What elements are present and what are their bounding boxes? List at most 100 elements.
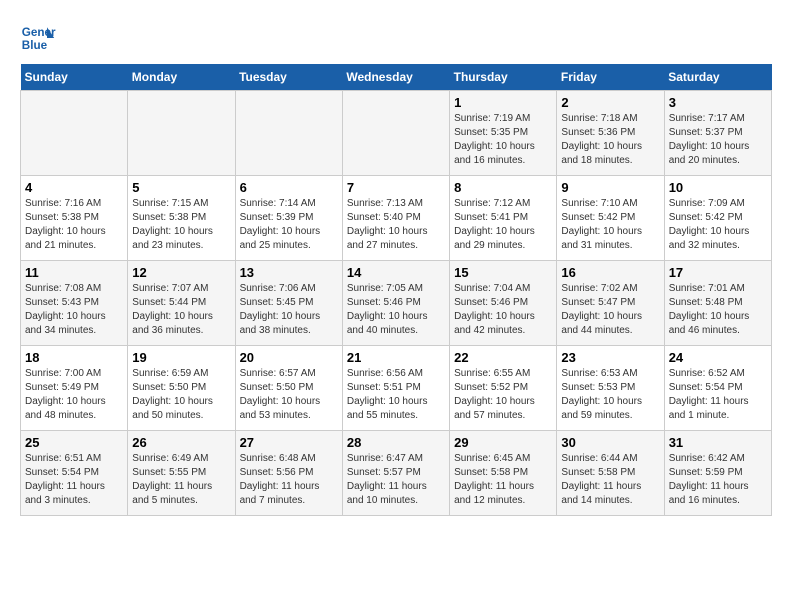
calendar-cell: 23Sunrise: 6:53 AM Sunset: 5:53 PM Dayli… (557, 346, 664, 431)
calendar-cell: 17 Sunrise: 7:01 AM Sunset: 5:48 PM Dayli… (664, 261, 771, 346)
day-info: Sunrise: 7:02 AM Sunset: 5:47 PM Dayligh… (561, 282, 659, 338)
day-info: Sunrise: 6:55 AM Sunset: 5:52 PM Dayligh… (454, 367, 552, 423)
day-info: Sunrise: 7:16 AM Sunset: 5:38 PM Dayligh… (25, 197, 123, 253)
header-day-wednesday: Wednesday (342, 64, 449, 91)
day-number: 24 (669, 350, 767, 365)
day-info: Sunrise: 7:04 AM Sunset: 5:46 PM Dayligh… (454, 282, 552, 338)
day-number: 16 (561, 265, 659, 280)
day-info: Sunrise: 7:12 AM Sunset: 5:41 PM Dayligh… (454, 197, 552, 253)
day-number: 20 (240, 350, 338, 365)
day-number: 10 (669, 180, 767, 195)
day-number: 21 (347, 350, 445, 365)
top-row: General Blue (20, 20, 772, 56)
day-number: 5 (132, 180, 230, 195)
calendar-cell: 29 Sunrise: 6:45 AM Sunset: 5:58 PM Dayli… (450, 431, 557, 516)
calendar-cell: 19 Sunrise: 6:59 AM Sunset: 5:50 PM Dayli… (128, 346, 235, 431)
logo-icon: General Blue (20, 20, 56, 56)
header-day-monday: Monday (128, 64, 235, 91)
calendar-cell: 13 Sunrise: 7:06 AM Sunset: 5:45 PM Dayli… (235, 261, 342, 346)
day-number: 25 (25, 435, 123, 450)
day-info: Sunrise: 7:10 AM Sunset: 5:42 PM Dayligh… (561, 197, 659, 253)
day-info: Sunrise: 7:13 AM Sunset: 5:40 PM Dayligh… (347, 197, 445, 253)
header-day-tuesday: Tuesday (235, 64, 342, 91)
header-row: SundayMondayTuesdayWednesdayThursdayFrid… (21, 64, 772, 91)
day-info: Sunrise: 7:19 AM Sunset: 5:35 PM Dayligh… (454, 112, 552, 168)
day-info: Sunrise: 6:59 AM Sunset: 5:50 PM Dayligh… (132, 367, 230, 423)
calendar-cell: 27 Sunrise: 6:48 AM Sunset: 5:56 PM Dayli… (235, 431, 342, 516)
calendar-cell: 28Sunrise: 6:47 AM Sunset: 5:57 PM Dayli… (342, 431, 449, 516)
calendar-cell: 24 Sunrise: 6:52 AM Sunset: 5:54 PM Dayli… (664, 346, 771, 431)
calendar-cell: 1 Sunrise: 7:19 AM Sunset: 5:35 PM Daylig… (450, 91, 557, 176)
day-number: 11 (25, 265, 123, 280)
day-info: Sunrise: 7:00 AM Sunset: 5:49 PM Dayligh… (25, 367, 123, 423)
header-day-thursday: Thursday (450, 64, 557, 91)
svg-text:Blue: Blue (22, 39, 48, 52)
day-number: 8 (454, 180, 552, 195)
calendar-cell: 16 Sunrise: 7:02 AM Sunset: 5:47 PM Dayli… (557, 261, 664, 346)
day-info: Sunrise: 6:56 AM Sunset: 5:51 PM Dayligh… (347, 367, 445, 423)
day-info: Sunrise: 6:44 AM Sunset: 5:58 PM Dayligh… (561, 452, 659, 508)
calendar-cell: 8 Sunrise: 7:12 AM Sunset: 5:41 PM Daylig… (450, 176, 557, 261)
header-day-sunday: Sunday (21, 64, 128, 91)
day-number: 7 (347, 180, 445, 195)
day-info: Sunrise: 7:08 AM Sunset: 5:43 PM Dayligh… (25, 282, 123, 338)
calendar-cell: 31 Sunrise: 6:42 AM Sunset: 5:59 PM Dayli… (664, 431, 771, 516)
day-number: 29 (454, 435, 552, 450)
calendar-cell: 6 Sunrise: 7:14 AM Sunset: 5:39 PM Daylig… (235, 176, 342, 261)
day-info: Sunrise: 7:15 AM Sunset: 5:38 PM Dayligh… (132, 197, 230, 253)
calendar-cell: 12Sunrise: 7:07 AM Sunset: 5:44 PM Dayli… (128, 261, 235, 346)
calendar-cell (342, 91, 449, 176)
calendar-cell: 22 Sunrise: 6:55 AM Sunset: 5:52 PM Dayli… (450, 346, 557, 431)
day-number: 22 (454, 350, 552, 365)
day-number: 6 (240, 180, 338, 195)
day-number: 26 (132, 435, 230, 450)
day-info: Sunrise: 6:47 AM Sunset: 5:57 PM Dayligh… (347, 452, 445, 508)
day-number: 19 (132, 350, 230, 365)
calendar-cell: 3Sunrise: 7:17 AM Sunset: 5:37 PM Daylig… (664, 91, 771, 176)
calendar-week-5: 25 Sunrise: 6:51 AM Sunset: 5:54 PM Dayli… (21, 431, 772, 516)
day-info: Sunrise: 7:14 AM Sunset: 5:39 PM Dayligh… (240, 197, 338, 253)
calendar-week-3: 11 Sunrise: 7:08 AM Sunset: 5:43 PM Dayli… (21, 261, 772, 346)
calendar-cell: 30 Sunrise: 6:44 AM Sunset: 5:58 PM Dayli… (557, 431, 664, 516)
day-info: Sunrise: 7:06 AM Sunset: 5:45 PM Dayligh… (240, 282, 338, 338)
calendar-cell: 21 Sunrise: 6:56 AM Sunset: 5:51 PM Dayli… (342, 346, 449, 431)
day-info: Sunrise: 6:57 AM Sunset: 5:50 PM Dayligh… (240, 367, 338, 423)
day-number: 12 (132, 265, 230, 280)
calendar-cell: 5 Sunrise: 7:15 AM Sunset: 5:38 PM Daylig… (128, 176, 235, 261)
day-info: Sunrise: 6:45 AM Sunset: 5:58 PM Dayligh… (454, 452, 552, 508)
day-number: 31 (669, 435, 767, 450)
calendar-cell: 15 Sunrise: 7:04 AM Sunset: 5:46 PM Dayli… (450, 261, 557, 346)
day-info: Sunrise: 7:18 AM Sunset: 5:36 PM Dayligh… (561, 112, 659, 168)
calendar-cell: 2 Sunrise: 7:18 AM Sunset: 5:36 PM Daylig… (557, 91, 664, 176)
calendar-cell: 11 Sunrise: 7:08 AM Sunset: 5:43 PM Dayli… (21, 261, 128, 346)
calendar-week-1: 1 Sunrise: 7:19 AM Sunset: 5:35 PM Daylig… (21, 91, 772, 176)
day-number: 30 (561, 435, 659, 450)
calendar-header: SundayMondayTuesdayWednesdayThursdayFrid… (21, 64, 772, 91)
day-number: 15 (454, 265, 552, 280)
day-number: 9 (561, 180, 659, 195)
header-day-friday: Friday (557, 64, 664, 91)
calendar-cell: 20 Sunrise: 6:57 AM Sunset: 5:50 PM Dayli… (235, 346, 342, 431)
calendar-body: 1 Sunrise: 7:19 AM Sunset: 5:35 PM Daylig… (21, 91, 772, 516)
day-info: Sunrise: 6:49 AM Sunset: 5:55 PM Dayligh… (132, 452, 230, 508)
day-number: 27 (240, 435, 338, 450)
calendar-week-4: 18Sunrise: 7:00 AM Sunset: 5:49 PM Dayli… (21, 346, 772, 431)
day-number: 1 (454, 95, 552, 110)
day-info: Sunrise: 7:01 AM Sunset: 5:48 PM Dayligh… (669, 282, 767, 338)
calendar-cell: 14Sunrise: 7:05 AM Sunset: 5:46 PM Dayli… (342, 261, 449, 346)
day-number: 4 (25, 180, 123, 195)
calendar-table: SundayMondayTuesdayWednesdayThursdayFrid… (20, 64, 772, 516)
day-number: 17 (669, 265, 767, 280)
day-info: Sunrise: 6:51 AM Sunset: 5:54 PM Dayligh… (25, 452, 123, 508)
day-number: 2 (561, 95, 659, 110)
header-day-saturday: Saturday (664, 64, 771, 91)
day-info: Sunrise: 6:52 AM Sunset: 5:54 PM Dayligh… (669, 367, 767, 423)
calendar-cell: 10 Sunrise: 7:09 AM Sunset: 5:42 PM Dayli… (664, 176, 771, 261)
day-number: 14 (347, 265, 445, 280)
calendar-cell: 25 Sunrise: 6:51 AM Sunset: 5:54 PM Dayli… (21, 431, 128, 516)
day-info: Sunrise: 7:09 AM Sunset: 5:42 PM Dayligh… (669, 197, 767, 253)
day-info: Sunrise: 6:48 AM Sunset: 5:56 PM Dayligh… (240, 452, 338, 508)
day-number: 13 (240, 265, 338, 280)
day-info: Sunrise: 6:42 AM Sunset: 5:59 PM Dayligh… (669, 452, 767, 508)
calendar-cell: 18Sunrise: 7:00 AM Sunset: 5:49 PM Dayli… (21, 346, 128, 431)
